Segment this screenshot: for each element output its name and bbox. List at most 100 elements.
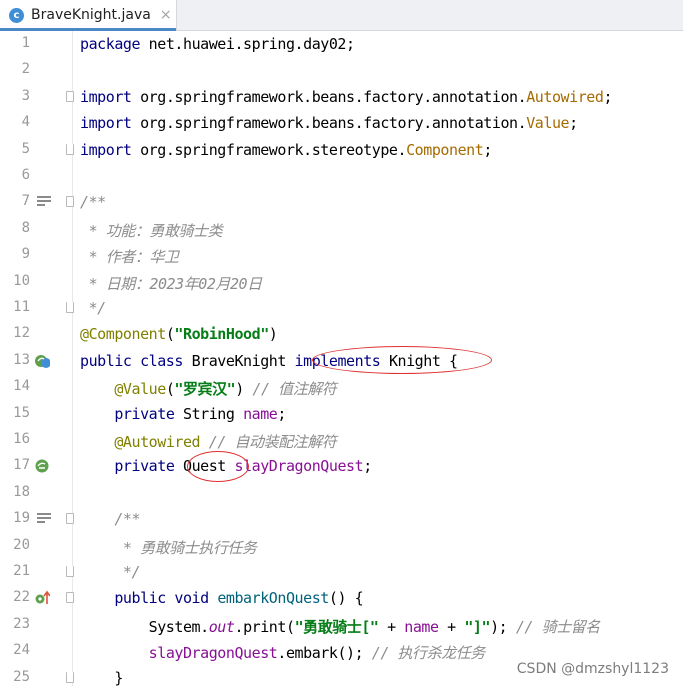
code-token: private <box>114 404 175 423</box>
line-number[interactable]: 10 <box>0 273 30 289</box>
code-text[interactable]: import org.springframework.beans.factory… <box>80 114 578 132</box>
code-line[interactable]: 1 package net.huawei.spring.day02; <box>0 31 683 57</box>
line-number[interactable]: 11 <box>0 299 30 315</box>
line-number[interactable]: 9 <box>0 246 30 262</box>
code-text[interactable]: public void embarkOnQuest() { <box>80 589 363 607</box>
code-text[interactable]: * 勇敢骑士执行任务 <box>80 537 257 558</box>
code-line[interactable]: 17 private Quest slayDragonQuest; <box>0 453 683 479</box>
code-text[interactable]: import org.springframework.stereotype.Co… <box>80 141 492 159</box>
code-token: Autowired <box>526 87 604 106</box>
code-line[interactable]: 19 /** <box>0 506 683 532</box>
override-method-icon[interactable] <box>34 590 50 606</box>
line-number[interactable]: 8 <box>0 220 30 236</box>
close-icon[interactable]: × <box>160 7 172 23</box>
code-token: ; <box>277 404 286 423</box>
line-number[interactable]: 18 <box>0 484 30 500</box>
code-token: System. <box>80 617 210 636</box>
code-token: /** <box>80 193 106 212</box>
code-token: org.springframework.stereotype. <box>131 140 407 159</box>
code-token: // 执行杀龙任务 <box>371 644 485 663</box>
fold-toggle[interactable] <box>66 513 74 525</box>
line-number[interactable]: 17 <box>0 457 30 473</box>
code-text[interactable]: slayDragonQuest.embark(); // 执行杀龙任务 <box>80 642 486 663</box>
fold-end-marker[interactable] <box>66 143 74 155</box>
code-text[interactable]: System.out.print("勇敢骑士[" + name + "]"); … <box>80 616 601 637</box>
code-line[interactable]: 16 @Autowired // 自动装配注解符 <box>0 427 683 453</box>
line-number[interactable]: 25 <box>0 669 30 685</box>
code-line[interactable]: 11 */ <box>0 295 683 321</box>
code-line[interactable]: 12 @Component("RobinHood") <box>0 321 683 347</box>
fold-end-marker[interactable] <box>66 566 74 577</box>
line-number[interactable]: 12 <box>0 325 30 341</box>
code-line[interactable]: 18 <box>0 480 683 506</box>
code-text[interactable]: * 功能：勇敢骑士类 <box>80 220 223 241</box>
line-number[interactable]: 13 <box>0 352 30 368</box>
line-number[interactable]: 21 <box>0 563 30 579</box>
spring-autowired-icon[interactable] <box>34 458 50 474</box>
code-line[interactable]: 20 * 勇敢骑士执行任务 <box>0 533 683 559</box>
fold-toggle[interactable] <box>66 90 74 102</box>
code-token: org.springframework.beans.factory.annota… <box>131 114 527 133</box>
code-text[interactable]: */ <box>80 299 107 317</box>
code-line[interactable]: 6 <box>0 163 683 189</box>
code-text[interactable]: @Autowired // 自动装配注解符 <box>80 431 336 452</box>
code-text[interactable]: private String name; <box>80 405 286 423</box>
code-line[interactable]: 21 */ <box>0 559 683 585</box>
code-line[interactable]: 4 import org.springframework.beans.factor… <box>0 110 683 136</box>
line-number[interactable]: 1 <box>0 35 30 51</box>
spring-bean-implements-icon[interactable] <box>34 353 50 369</box>
line-number[interactable]: 23 <box>0 616 30 632</box>
line-number[interactable]: 4 <box>0 114 30 130</box>
line-number[interactable]: 7 <box>0 193 30 209</box>
code-line[interactable]: 5 import org.springframework.stereotype.C… <box>0 137 683 163</box>
code-token: ) <box>268 325 278 344</box>
code-line[interactable]: 22 public void embarkOnQuest() { <box>0 585 683 611</box>
code-text[interactable]: */ <box>80 563 141 581</box>
render-doc-icon[interactable] <box>37 513 51 523</box>
code-token: */ <box>80 299 107 317</box>
code-text[interactable]: /** <box>80 510 140 528</box>
line-number[interactable]: 22 <box>0 589 30 605</box>
line-number[interactable]: 5 <box>0 141 30 157</box>
code-token: String <box>174 404 244 423</box>
annotation-circle-quest <box>187 451 249 482</box>
code-line[interactable]: 15 private String name; <box>0 401 683 427</box>
code-line[interactable]: 2 <box>0 57 683 83</box>
line-number[interactable]: 14 <box>0 378 30 394</box>
render-doc-icon[interactable] <box>37 196 51 206</box>
code-line[interactable]: 9 * 作者：华卫 <box>0 242 683 268</box>
line-number[interactable]: 6 <box>0 167 30 183</box>
code-token: package <box>80 35 141 53</box>
line-number[interactable]: 3 <box>0 88 30 104</box>
code-text[interactable]: import org.springframework.beans.factory… <box>80 88 612 106</box>
fold-toggle[interactable] <box>66 196 74 208</box>
code-token: "勇敢骑士[" <box>294 617 379 636</box>
code-text[interactable]: @Component("RobinHood") <box>80 325 278 344</box>
code-text[interactable]: * 日期：2023年02月20日 <box>80 273 263 294</box>
code-line[interactable]: 7 /** <box>0 189 683 215</box>
line-number[interactable]: 19 <box>0 510 30 526</box>
code-text[interactable]: package net.huawei.spring.day02; <box>80 35 355 53</box>
fold-end-marker[interactable] <box>66 671 74 683</box>
code-line[interactable]: 3 import org.springframework.beans.factor… <box>0 84 683 110</box>
code-token: slayDragonQuest <box>234 457 364 476</box>
code-text[interactable]: @Value("罗宾汉") // 值注解符 <box>80 378 336 399</box>
tab-braveknight[interactable]: c BraveKnight.java × <box>0 0 177 31</box>
code-token: import <box>80 140 132 159</box>
code-text[interactable]: /** <box>80 193 106 211</box>
fold-end-marker[interactable] <box>66 302 74 313</box>
code-text[interactable]: } <box>80 669 123 687</box>
line-number[interactable]: 16 <box>0 431 30 447</box>
code-line[interactable]: 8 * 功能：勇敢骑士类 <box>0 216 683 242</box>
code-text[interactable]: * 作者：华卫 <box>80 246 179 267</box>
line-number[interactable]: 15 <box>0 405 30 421</box>
line-number[interactable]: 20 <box>0 537 30 553</box>
code-line[interactable]: 14 @Value("罗宾汉") // 值注解符 <box>0 374 683 400</box>
fold-toggle[interactable] <box>66 592 74 604</box>
code-line[interactable]: 23 System.out.print("勇敢骑士[" + name + "]"… <box>0 612 683 638</box>
code-line[interactable]: 10 * 日期：2023年02月20日 <box>0 269 683 295</box>
line-number[interactable]: 2 <box>0 61 30 77</box>
line-number[interactable]: 24 <box>0 642 30 658</box>
